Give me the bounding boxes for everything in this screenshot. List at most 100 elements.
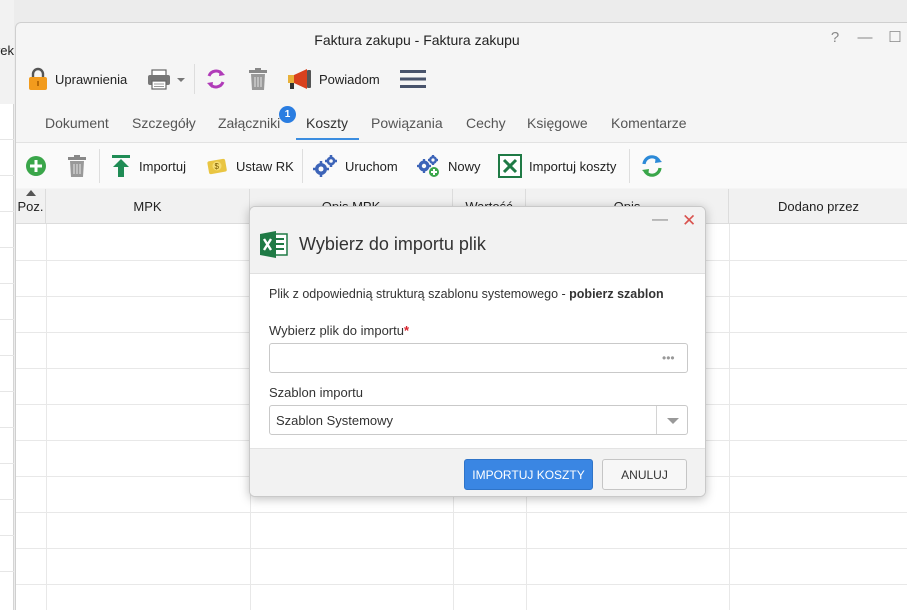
set-rk-label: Ustaw RK — [236, 158, 294, 174]
tab-koszty[interactable]: Koszty — [306, 115, 348, 131]
toolbar-separator — [629, 149, 630, 183]
reload-button[interactable] — [640, 143, 664, 189]
import-costs-button[interactable]: Importuj koszty — [498, 143, 616, 189]
refresh-button[interactable] — [205, 59, 227, 99]
import-costs-submit-button[interactable]: IMPORTUJ KOSZTY — [464, 459, 593, 490]
gears-add-icon — [417, 155, 439, 177]
background-row-line — [0, 247, 14, 248]
refresh-cycle-icon — [207, 69, 225, 89]
hamburger-menu-icon — [400, 70, 426, 88]
dialog-footer: IMPORTUJ KOSZTY ANULUJ — [250, 448, 705, 496]
dialog-header[interactable]: Wybierz do importu plik — ✕ — [250, 207, 705, 274]
run-label: Uruchom — [345, 158, 398, 174]
browse-file-button[interactable]: ••• — [662, 351, 675, 365]
template-select[interactable]: Szablon Systemowy — [269, 405, 688, 435]
file-field-label: Wybierz plik do importu* — [269, 323, 410, 338]
background-row-line — [0, 499, 14, 500]
background-row-line — [0, 427, 14, 428]
dialog-minimize-button[interactable]: — — [652, 211, 668, 229]
import-button[interactable]: Importuj — [110, 143, 186, 189]
required-marker: * — [403, 323, 410, 338]
background-app: rek — [0, 0, 14, 610]
tab-cechy[interactable]: Cechy — [466, 115, 506, 131]
background-row-line — [0, 283, 14, 284]
tab-bar: Dokument Szczegóły Załączniki 1 Koszty P… — [16, 106, 907, 141]
grid-row-line — [16, 584, 907, 585]
tab-powiazania[interactable]: Powiązania — [371, 115, 443, 131]
minimize-button[interactable]: — — [856, 29, 874, 46]
tab-zalaczniki[interactable]: Załączniki — [218, 115, 280, 131]
select-divider — [656, 406, 657, 434]
grid-column-line — [46, 224, 47, 610]
dialog-close-button[interactable]: ✕ — [682, 211, 696, 231]
printer-icon — [148, 69, 185, 90]
padlock-icon — [29, 67, 47, 90]
grid-row-line — [16, 512, 907, 513]
notify-button[interactable]: Powiadom — [287, 59, 380, 99]
grid-column-line — [729, 224, 730, 610]
run-button[interactable]: Uruchom — [312, 143, 398, 189]
trash-icon — [68, 155, 86, 177]
window-titlebar[interactable]: Faktura zakupu - Faktura zakupu ? — ☐ — [16, 23, 907, 57]
grid-row-line — [16, 548, 907, 549]
excel-icon — [260, 231, 288, 258]
toolbar-separator — [302, 149, 303, 183]
upload-arrow-icon — [112, 155, 130, 177]
maximize-button[interactable]: ☐ — [886, 28, 904, 46]
background-row-line — [0, 571, 14, 572]
template-hint-text: Plik z odpowiednią strukturą szablonu sy… — [269, 287, 570, 301]
megaphone-icon — [288, 69, 311, 89]
delete-cost-button[interactable] — [67, 143, 87, 189]
background-row-line — [0, 355, 14, 356]
column-header-mpk[interactable]: MPK — [46, 189, 250, 224]
template-field-label: Szablon importu — [269, 385, 363, 400]
import-label: Importuj — [139, 158, 186, 174]
background-row-line — [0, 175, 14, 176]
add-cost-button[interactable] — [25, 143, 47, 189]
print-button[interactable] — [147, 59, 187, 99]
toolbar-separator — [99, 149, 100, 183]
new-button[interactable]: Nowy — [415, 143, 481, 189]
sort-asc-icon — [26, 190, 36, 196]
background-row-line — [0, 139, 14, 140]
attachments-count-badge: 1 — [279, 106, 296, 123]
background-row-line — [0, 535, 14, 536]
dialog-title: Wybierz do importu plik — [299, 234, 486, 254]
main-toolbar: Uprawnienia Powiadom — [16, 59, 907, 99]
svg-text:$: $ — [215, 162, 220, 171]
file-input[interactable] — [269, 343, 688, 373]
chevron-down-icon[interactable] — [667, 418, 679, 424]
cancel-button[interactable]: ANULUJ — [602, 459, 687, 490]
active-tab-indicator — [296, 138, 359, 140]
costs-toolbar: Importuj $ Ustaw RK Uruchom Nowy Importu… — [16, 142, 907, 188]
menu-button[interactable] — [400, 59, 426, 99]
tab-ksiegowe[interactable]: Księgowe — [527, 115, 588, 131]
permissions-label: Uprawnienia — [55, 71, 128, 87]
tab-dokument[interactable]: Dokument — [45, 115, 109, 131]
import-file-dialog: Wybierz do importu plik — ✕ Plik z odpow… — [249, 206, 706, 497]
excel-icon — [498, 154, 522, 178]
delete-button[interactable] — [248, 59, 268, 99]
template-hint: Plik z odpowiednią strukturą szablonu sy… — [269, 287, 664, 301]
money-coin-icon: $ — [207, 158, 227, 175]
background-row-line — [0, 391, 14, 392]
help-button[interactable]: ? — [826, 29, 844, 46]
gears-icon — [313, 155, 337, 177]
tab-szczegoly[interactable]: Szczegóły — [132, 115, 196, 131]
set-rk-button[interactable]: $ Ustaw RK — [207, 143, 294, 189]
background-fragment-text: rek — [0, 43, 14, 58]
column-header-dodano-przez[interactable]: Dodano przez — [729, 189, 907, 224]
download-template-link[interactable]: pobierz szablon — [569, 287, 663, 301]
trash-icon — [249, 68, 267, 90]
dialog-body: Plik z odpowiednią strukturą szablonu sy… — [250, 274, 705, 448]
import-costs-label: Importuj koszty — [529, 158, 617, 174]
reload-arrows-icon — [642, 155, 662, 177]
notify-label: Powiadom — [319, 71, 380, 87]
background-row-line — [0, 463, 14, 464]
window-title: Faktura zakupu - Faktura zakupu — [314, 32, 520, 48]
background-row-line — [0, 319, 14, 320]
tab-komentarze[interactable]: Komentarze — [611, 115, 686, 131]
permissions-button[interactable]: Uprawnienia — [27, 59, 127, 99]
template-select-value: Szablon Systemowy — [276, 413, 394, 428]
background-row-line — [0, 211, 14, 212]
